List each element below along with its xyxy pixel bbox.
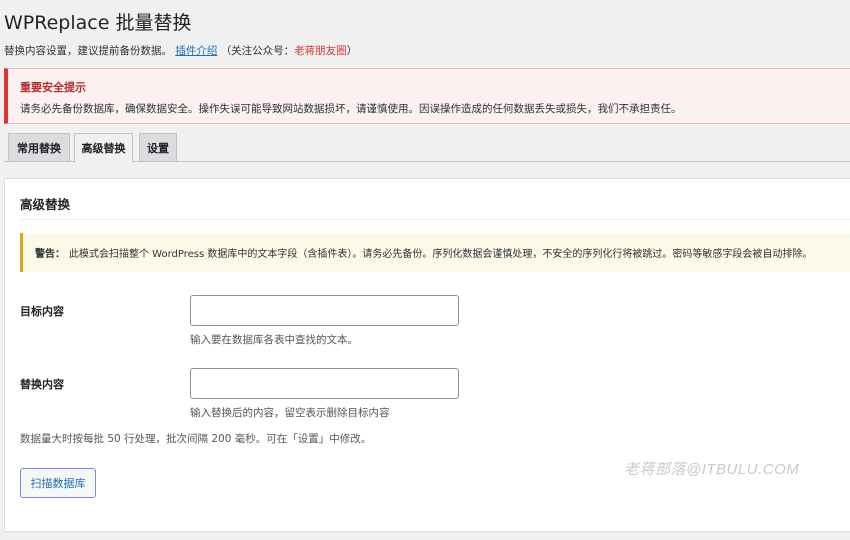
security-notice-body: 请务必先备份数据库，确保数据安全。操作失误可能导致网站数据损坏，请谨慎使用。因误…: [20, 103, 682, 115]
warning-text: 此模式会扫描整个 WordPress 数据库中的文本字段（含插件表）。请务必先备…: [69, 249, 813, 260]
plugin-intro-link[interactable]: 插件介绍: [175, 45, 217, 57]
target-label: 目标内容: [20, 305, 64, 318]
account-name: 老蒋朋友圈: [294, 45, 347, 57]
scan-warning: 警告： 此模式会扫描整个 WordPress 数据库中的文本字段（含插件表）。请…: [20, 233, 850, 272]
tab-bar: 常用替换 高级替换 设置: [4, 133, 850, 163]
security-notice: 重要安全提示 请务必先备份数据库，确保数据安全。操作失误可能导致网站数据损坏，请…: [4, 68, 850, 124]
subtitle-text: 替换内容设置，建议提前备份数据。: [4, 45, 172, 57]
tab-settings[interactable]: 设置: [139, 133, 177, 162]
scan-database-button[interactable]: 扫描数据库: [20, 468, 96, 498]
replace-label: 替换内容: [20, 378, 64, 391]
panel-divider: [20, 219, 850, 220]
watermark: 老蒋部落@ITBULU.COM: [624, 461, 800, 478]
warning-label: 警告：: [35, 249, 65, 260]
replace-input[interactable]: [190, 368, 459, 399]
follow-prefix: （关注公众号：: [220, 45, 295, 57]
page-title: WPReplace 批量替换: [4, 12, 192, 34]
page-subtitle: 替换内容设置，建议提前备份数据。 插件介绍 （关注公众号：老蒋朋友圈）: [4, 43, 357, 58]
panel-title: 高级替换: [20, 197, 71, 212]
target-input[interactable]: [190, 295, 459, 326]
replace-help: 输入替换后的内容，留空表示删除目标内容: [190, 407, 390, 419]
tab-advanced-replace[interactable]: 高级替换: [74, 133, 133, 163]
follow-suffix: ）: [346, 45, 358, 57]
batch-note: 数据量大时按每批 50 行处理，批次间隔 200 毫秒。可在「设置」中修改。: [20, 433, 372, 445]
security-notice-title: 重要安全提示: [20, 81, 86, 94]
target-help: 输入要在数据库各表中查找的文本。: [190, 334, 358, 346]
tab-common-replace[interactable]: 常用替换: [8, 133, 70, 162]
